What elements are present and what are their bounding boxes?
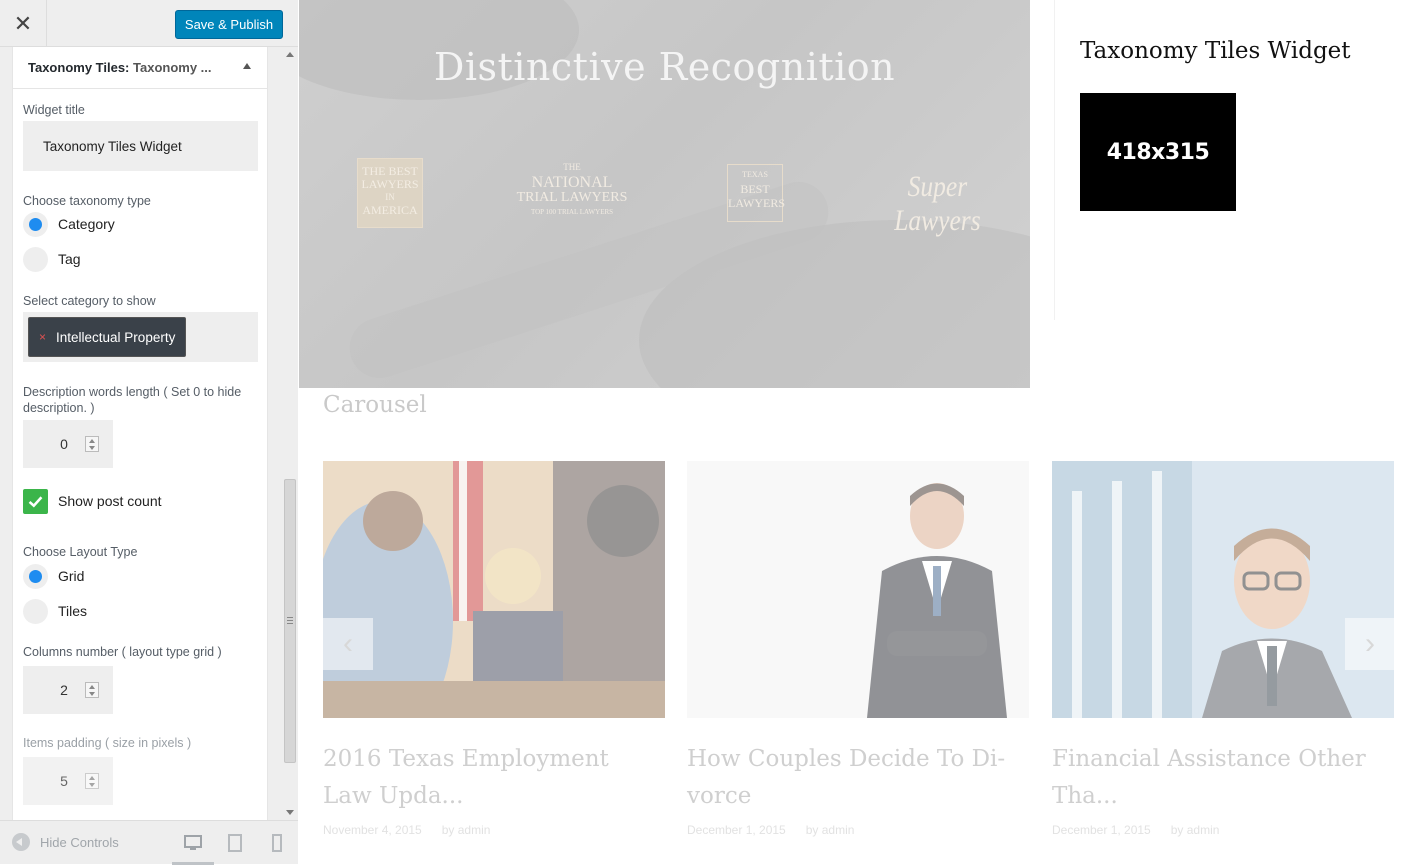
- radio-tiles[interactable]: Tiles: [23, 598, 87, 624]
- sidebar-scrollbar[interactable]: [282, 47, 298, 820]
- remove-icon[interactable]: ×: [39, 330, 46, 344]
- description-length-stepper[interactable]: 0: [23, 420, 113, 468]
- taxonomy-tiles-widget: Taxonomy Tiles Widget 418x315: [1054, 0, 1419, 320]
- post-thumbnail[interactable]: [323, 461, 665, 718]
- national-trial-lawyers-logo: THE NATIONAL TRIAL LAWYERS TOP 100 TRIAL…: [516, 162, 628, 216]
- best-lawyers-america-logo: THE BEST LAWYERS IN AMERICA: [357, 158, 423, 228]
- show-post-count-label: Show post count: [58, 493, 162, 509]
- widget-title-input[interactable]: [23, 121, 258, 171]
- checkmark-icon: [28, 495, 43, 508]
- scroll-up-icon[interactable]: [286, 52, 294, 57]
- spinner-arrows-icon[interactable]: [85, 773, 99, 789]
- image-overlay: [687, 461, 1029, 718]
- desktop-icon[interactable]: [183, 833, 203, 853]
- image-overlay: [323, 461, 665, 718]
- tablet-icon[interactable]: [225, 833, 245, 853]
- carousel-card[interactable]: 2016 Texas Employment Law Upda... Novemb…: [323, 461, 665, 837]
- post-thumbnail[interactable]: [1052, 461, 1394, 718]
- selected-category-chip[interactable]: × Intellectual Property: [28, 317, 187, 357]
- post-author[interactable]: by admin: [1171, 823, 1220, 837]
- radio-label-tiles: Tiles: [58, 603, 88, 619]
- description-length-label: Description words length ( Set 0 to hide…: [23, 385, 242, 415]
- show-post-count-checkbox[interactable]: [23, 488, 48, 514]
- scrollbar-thumb[interactable]: [284, 479, 296, 763]
- post-meta: November 4, 2015 by admin: [323, 823, 490, 837]
- hero-title: Distinctive Recognition: [433, 45, 896, 89]
- widget-panel-subtitle: Taxonomy ...: [133, 60, 212, 75]
- columns-number-label: Columns number ( layout type grid ): [23, 645, 222, 659]
- close-icon[interactable]: ✕: [0, 0, 47, 47]
- widget-title-label: Widget title: [23, 103, 85, 117]
- post-title[interactable]: 2016 Texas Employment Law Upda...: [323, 741, 653, 815]
- post-meta: December 1, 2015 by admin: [687, 823, 854, 837]
- carousel-next-icon[interactable]: ›: [1345, 618, 1395, 670]
- items-padding-label: Items padding ( size in pixels ): [23, 736, 192, 750]
- category-select[interactable]: × Intellectual Property: [23, 312, 258, 362]
- scroll-down-icon[interactable]: [286, 810, 294, 815]
- post-author[interactable]: by admin: [806, 823, 855, 837]
- radio-category[interactable]: Category: [23, 211, 115, 237]
- post-meta: December 1, 2015 by admin: [1052, 823, 1219, 837]
- post-title[interactable]: How Couples Decide To Di-vorce: [687, 741, 1017, 815]
- select-category-label: Select category to show: [23, 294, 156, 308]
- post-thumbnail[interactable]: [687, 461, 1029, 718]
- radio-button-tag[interactable]: [23, 246, 48, 272]
- controls-scroll-area: Taxonomy Tiles: Taxonomy ... Widget titl…: [0, 47, 298, 820]
- super-lawyers-logo: Super Lawyers: [894, 170, 981, 237]
- carousel-card[interactable]: Financial Assistance Other Tha... Decemb…: [1052, 461, 1394, 837]
- widget-title: Taxonomy Tiles Widget: [1080, 38, 1351, 64]
- post-author[interactable]: by admin: [442, 823, 491, 837]
- post-date: December 1, 2015: [1052, 823, 1151, 837]
- radio-label-grid: Grid: [58, 568, 85, 584]
- radio-button-tiles[interactable]: [23, 598, 48, 624]
- customizer-footer: Hide Controls: [0, 820, 298, 865]
- save-publish-button[interactable]: Save & Publish: [175, 10, 283, 39]
- widget-panel-title: Taxonomy Tiles:: [28, 60, 130, 75]
- spinner-arrows-icon[interactable]: [85, 682, 99, 698]
- post-title[interactable]: Financial Assistance Other Tha...: [1052, 741, 1382, 815]
- hero-banner: Distinctive Recognition THE BEST LAWYERS…: [299, 0, 1030, 388]
- radio-tag[interactable]: Tag: [23, 246, 81, 272]
- radio-label-category: Category: [58, 216, 115, 232]
- columns-number-stepper[interactable]: 2: [23, 666, 113, 714]
- layout-type-label: Choose Layout Type: [23, 545, 138, 559]
- post-date: December 1, 2015: [687, 823, 786, 837]
- carousel-card[interactable]: How Couples Decide To Di-vorce December …: [687, 461, 1029, 837]
- widget-panel: Taxonomy Tiles: Taxonomy ... Widget titl…: [12, 47, 268, 820]
- collapse-arrow-icon[interactable]: [243, 63, 251, 69]
- texas-best-lawyers-logo: TEXAS BEST LAWYERS: [727, 164, 785, 222]
- collapse-sidebar-icon: [12, 833, 30, 851]
- widget-panel-header[interactable]: Taxonomy Tiles: Taxonomy ...: [13, 47, 267, 89]
- site-preview: Distinctive Recognition THE BEST LAWYERS…: [299, 0, 1419, 864]
- taxonomy-type-label: Choose taxonomy type: [23, 194, 151, 208]
- hide-controls-label: Hide Controls: [40, 834, 119, 850]
- radio-label-tag: Tag: [58, 251, 81, 267]
- post-date: November 4, 2015: [323, 823, 422, 837]
- mobile-icon[interactable]: [267, 833, 287, 853]
- selected-category-label: Intellectual Property: [56, 329, 176, 345]
- radio-button-category[interactable]: [23, 211, 48, 237]
- radio-button-grid[interactable]: [23, 563, 48, 589]
- customizer-header: ✕ Save & Publish: [0, 0, 298, 47]
- carousel-heading: Carousel: [323, 392, 427, 418]
- widget-tile-placeholder[interactable]: 418x315: [1080, 93, 1236, 211]
- carousel-prev-icon[interactable]: ‹: [323, 618, 373, 670]
- spinner-arrows-icon[interactable]: [85, 436, 99, 452]
- hide-controls-button[interactable]: Hide Controls: [12, 833, 119, 851]
- radio-grid[interactable]: Grid: [23, 563, 84, 589]
- customizer-sidebar: ✕ Save & Publish Taxonomy Tiles: Taxonom…: [0, 0, 298, 865]
- show-post-count-option[interactable]: Show post count: [23, 488, 162, 514]
- image-overlay: [1052, 461, 1394, 718]
- items-padding-stepper[interactable]: 5: [23, 757, 113, 805]
- grip-icon: [287, 617, 293, 624]
